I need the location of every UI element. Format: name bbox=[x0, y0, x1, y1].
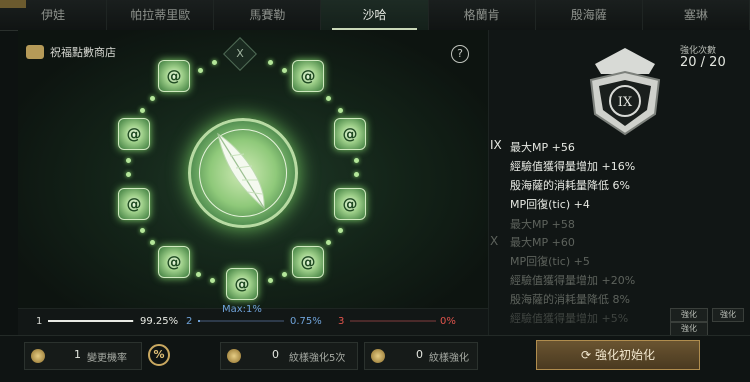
pattern-enhance-5-slot[interactable]: 0 紋樣強化5次 bbox=[220, 342, 358, 370]
stat-line: 殷海薩的消耗量降低 8% bbox=[510, 293, 630, 306]
link-dot bbox=[268, 278, 273, 283]
stat-line: 經驗值獲得量增加 +16% bbox=[510, 160, 636, 173]
prob-index-2: 2 bbox=[186, 316, 193, 327]
stat-line: 經驗值獲得量增加 +5% bbox=[510, 312, 629, 325]
prob-value-3: 0% bbox=[440, 316, 456, 327]
link-dot bbox=[338, 228, 343, 233]
prob-value-2: 0.75% bbox=[290, 316, 322, 327]
stat-line: 經驗值獲得量增加 +20% bbox=[510, 274, 636, 287]
link-dot bbox=[354, 158, 359, 163]
link-dot bbox=[282, 272, 287, 277]
prob-value-1: 99.25% bbox=[140, 316, 179, 327]
link-dot bbox=[140, 108, 145, 113]
enhance-mini-button[interactable]: 強化 bbox=[712, 308, 744, 322]
reset-label: 強化初始化 bbox=[594, 348, 655, 362]
slot-label: 變更機率 bbox=[87, 353, 127, 364]
tab-shaha[interactable]: 沙哈 bbox=[321, 0, 429, 30]
tier-badge-label: X bbox=[236, 47, 244, 60]
enhance-mini-button[interactable]: 強化 bbox=[670, 322, 708, 336]
link-dot bbox=[140, 228, 145, 233]
shop-bag-icon bbox=[26, 45, 44, 59]
prob-fill-1 bbox=[48, 320, 133, 322]
link-dot bbox=[150, 240, 155, 245]
tab-sayha[interactable]: 塞琳 bbox=[643, 0, 750, 30]
link-dot bbox=[326, 96, 331, 101]
link-dot bbox=[210, 278, 215, 283]
stat-line: 最大MP +56 bbox=[510, 141, 575, 154]
enhance-count-value: 20 / 20 bbox=[680, 55, 726, 70]
rune-node[interactable] bbox=[334, 188, 366, 220]
change-probability-slot[interactable]: 1 變更機率 bbox=[24, 342, 142, 370]
prob-index-1: 1 bbox=[36, 316, 43, 327]
crest-tier-label: IX bbox=[618, 95, 633, 110]
link-dot bbox=[354, 172, 359, 177]
slot-count: 1 bbox=[74, 348, 81, 361]
prob-track-3 bbox=[350, 320, 436, 322]
link-dot bbox=[198, 68, 203, 73]
stat-line: MP回復(tic) +4 bbox=[510, 198, 590, 211]
prob-track-2 bbox=[198, 320, 284, 322]
enhance-mini-button[interactable]: 強化 bbox=[670, 308, 708, 322]
tab-paratiri[interactable]: 帕拉蒂里歐 bbox=[107, 0, 215, 30]
stat-line: MP回復(tic) +5 bbox=[510, 255, 590, 268]
pattern-enhance-slot[interactable]: 0 紋樣強化 bbox=[364, 342, 478, 370]
slot-label: 紋樣強化 bbox=[429, 353, 469, 364]
corner-ornament bbox=[0, 0, 26, 8]
blessing-shop-link[interactable]: 祝福點數商店 bbox=[26, 44, 116, 60]
tab-einhasad[interactable]: 殷海薩 bbox=[536, 0, 643, 30]
reset-enhance-button[interactable]: ⟳ 強化初始化 bbox=[536, 340, 700, 370]
reset-icon: ⟳ bbox=[581, 348, 592, 362]
prob-fill-2 bbox=[198, 320, 200, 322]
rune-node[interactable] bbox=[226, 268, 258, 300]
tab-gran-kain[interactable]: 格蘭肯 bbox=[429, 0, 536, 30]
link-dot bbox=[338, 108, 343, 113]
link-dot bbox=[196, 272, 201, 277]
percent-button[interactable]: % bbox=[148, 344, 170, 366]
rune-node[interactable] bbox=[118, 118, 150, 150]
rune-node[interactable] bbox=[158, 60, 190, 92]
tab-bar: 伊娃 帕拉蒂里歐 馬賽勒 沙哈 格蘭肯 殷海薩 塞琳 bbox=[0, 0, 750, 31]
crest-emblem-icon: IX bbox=[589, 48, 661, 136]
slot-count: 0 bbox=[416, 348, 423, 361]
slot-count: 0 bbox=[272, 348, 279, 361]
link-dot bbox=[126, 158, 131, 163]
rune-node[interactable] bbox=[292, 246, 324, 278]
rune-node[interactable] bbox=[292, 60, 324, 92]
prob-index-3: 3 bbox=[338, 316, 345, 327]
link-dot bbox=[212, 60, 217, 65]
max-label: Max:1% bbox=[222, 304, 262, 315]
link-dot bbox=[326, 240, 331, 245]
slot-label: 紋樣強化5次 bbox=[289, 353, 346, 364]
stat-line: 最大MP +58 bbox=[510, 218, 575, 231]
feather-icon bbox=[217, 132, 265, 210]
shop-label: 祝福點數商店 bbox=[50, 46, 116, 59]
tier9-roman: IX bbox=[490, 138, 502, 152]
tier10-roman: X bbox=[490, 234, 499, 248]
rune-node[interactable] bbox=[158, 246, 190, 278]
stat-line: 殷海薩的消耗量降低 6% bbox=[510, 179, 630, 192]
stat-line: 最大MP +60 bbox=[510, 236, 575, 249]
link-dot bbox=[126, 172, 131, 177]
help-icon[interactable]: ? bbox=[451, 45, 469, 63]
rune-node[interactable] bbox=[118, 188, 150, 220]
link-dot bbox=[282, 68, 287, 73]
link-dot bbox=[268, 60, 273, 65]
tab-marsel[interactable]: 馬賽勒 bbox=[214, 0, 322, 30]
rune-node[interactable] bbox=[334, 118, 366, 150]
link-dot bbox=[150, 96, 155, 101]
